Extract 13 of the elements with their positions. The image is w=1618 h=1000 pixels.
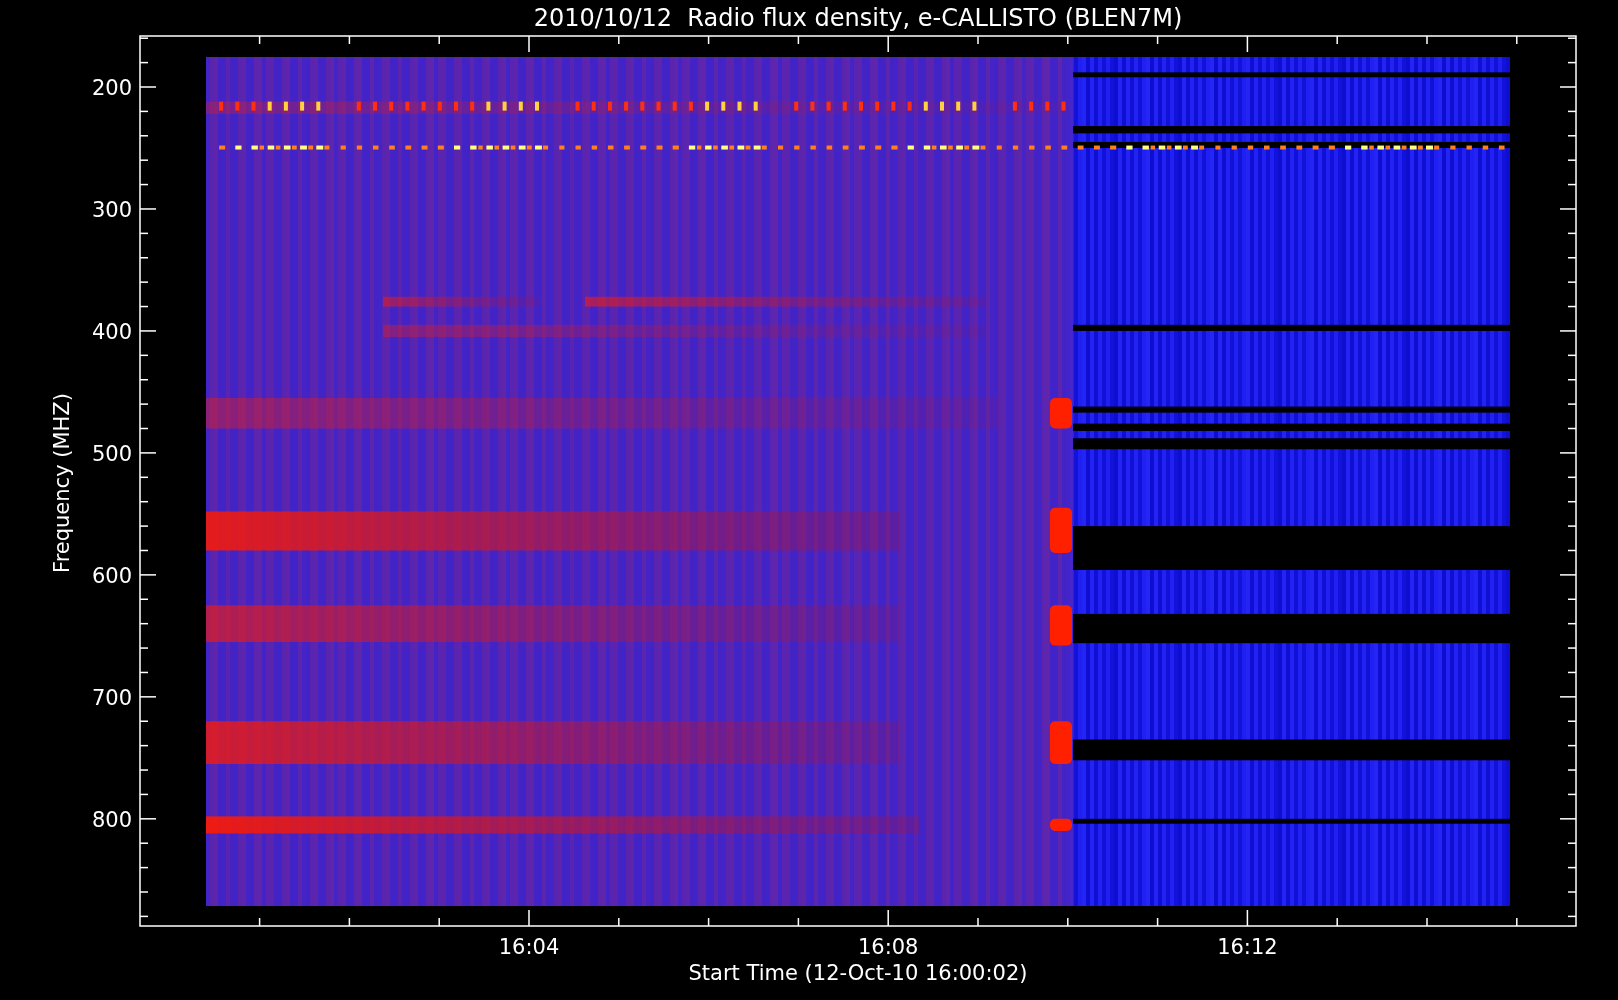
y-tick-label: 300 <box>91 197 132 222</box>
x-tick-label: 16:12 <box>1217 935 1278 959</box>
y-tick-label: 400 <box>91 319 132 344</box>
x-tick-label: 16:04 <box>498 935 560 959</box>
y-tick-label: 600 <box>91 563 132 588</box>
y-axis-label: Frequency (MHZ) <box>50 393 74 573</box>
y-tick-label: 800 <box>91 807 132 832</box>
y-tick-label: 200 <box>91 76 132 100</box>
y-tick-label: 500 <box>91 441 132 466</box>
y-tick-label: 700 <box>91 685 132 710</box>
plot-title: 2010/10/12 Radio flux density, e-CALLISTO (BLEN7M) <box>533 4 1183 32</box>
x-tick-label: 16:08 <box>857 935 919 959</box>
x-axis-label: Start Time (12-Oct-10 16:00:02) <box>688 961 1028 985</box>
